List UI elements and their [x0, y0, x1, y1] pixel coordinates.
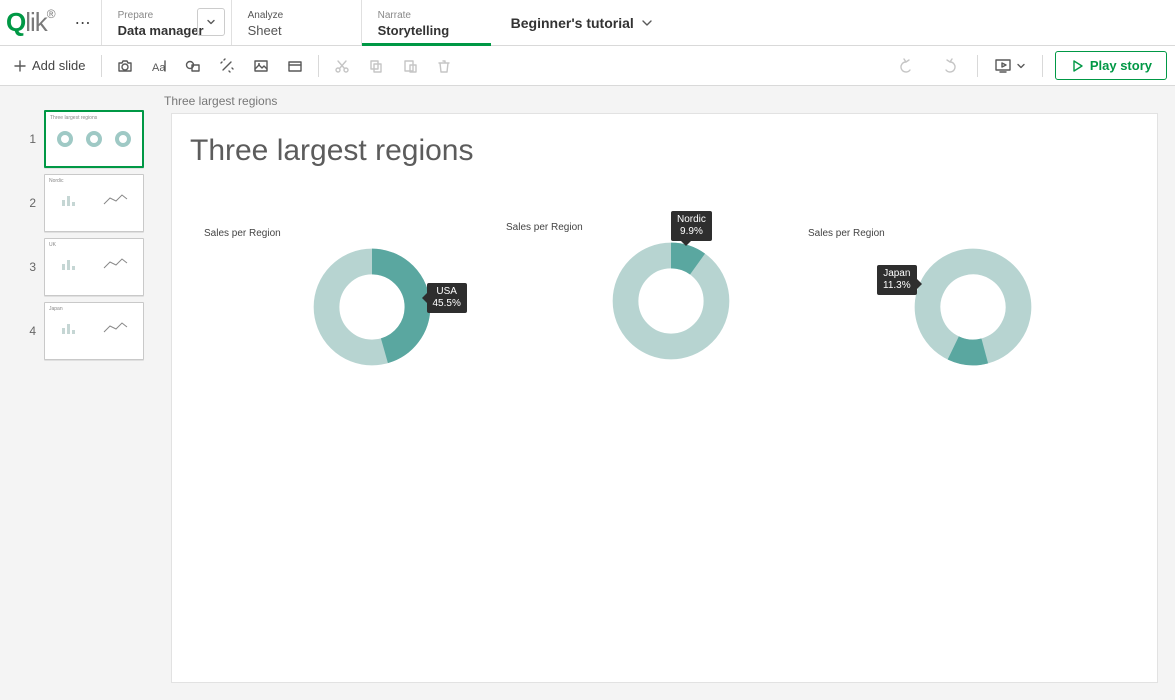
- tab-prepare[interactable]: Prepare Data manager: [101, 0, 231, 45]
- chart-title: Sales per Region: [798, 228, 1078, 239]
- thumb-preview: [45, 312, 143, 342]
- thumb-number: 2: [22, 196, 36, 210]
- tab-analyze[interactable]: Analyze Sheet: [231, 0, 361, 45]
- tab-prepare-dropdown[interactable]: [197, 8, 225, 36]
- image-icon: [252, 57, 270, 75]
- app-logo: Qlik®: [0, 0, 65, 45]
- chart-nordic[interactable]: Sales per Region Nordic9.9%: [496, 222, 776, 364]
- thumb-number: 3: [22, 260, 36, 274]
- plus-icon: [12, 58, 28, 74]
- thumb-title: Nordic: [45, 175, 143, 184]
- add-slide-button[interactable]: Add slide: [8, 58, 95, 74]
- donut-chart-icon: [611, 241, 731, 361]
- app-menu-button[interactable]: ⋯: [65, 0, 101, 45]
- chart-tooltip: USA45.5%: [427, 283, 467, 313]
- monitor-play-icon: [994, 57, 1014, 75]
- copy-icon: [367, 57, 385, 75]
- delete-button[interactable]: [427, 50, 461, 82]
- chart-tooltip: Nordic9.9%: [671, 211, 712, 241]
- preview-button[interactable]: [990, 50, 1030, 82]
- effects-button[interactable]: [210, 50, 244, 82]
- tab-narrate-big: Storytelling: [378, 23, 475, 39]
- svg-text:Aa: Aa: [152, 62, 166, 74]
- chart-title: Sales per Region: [496, 222, 776, 233]
- tab-narrate-small: Narrate: [378, 9, 475, 23]
- slide-thumb-1[interactable]: Three largest regions: [44, 110, 144, 168]
- thumb-preview: [45, 184, 143, 214]
- donut-chart-icon: [900, 234, 1047, 381]
- add-slide-label: Add slide: [32, 58, 85, 73]
- thumb-preview: [46, 121, 142, 153]
- paste-button[interactable]: [393, 50, 427, 82]
- chevron-down-icon: [1016, 61, 1026, 71]
- sheet-icon: [286, 57, 304, 75]
- thumb-title: UK: [45, 239, 143, 248]
- story-selector-label: Beginner's tutorial: [511, 15, 634, 31]
- trash-icon: [435, 57, 453, 75]
- canvas-title-bar: Three largest regions: [154, 86, 1175, 114]
- paste-icon: [401, 57, 419, 75]
- shapes-button[interactable]: [176, 50, 210, 82]
- play-icon: [1070, 59, 1084, 73]
- storytelling-toolbar: Add slide Aa: [0, 46, 1175, 86]
- camera-icon: [116, 57, 134, 75]
- play-story-label: Play story: [1090, 58, 1152, 73]
- undo-button[interactable]: [891, 50, 925, 82]
- thumb-number: 4: [22, 324, 36, 338]
- chevron-down-icon: [206, 17, 216, 27]
- thumb-preview: [45, 248, 143, 278]
- play-story-button[interactable]: Play story: [1055, 51, 1167, 80]
- sheet-embed-button[interactable]: [278, 50, 312, 82]
- chart-title: Sales per Region: [194, 228, 474, 239]
- tab-analyze-big: Sheet: [248, 23, 345, 39]
- chart-tooltip: Japan11.3%: [877, 265, 917, 295]
- slide-thumbnail-rail: 1 Three largest regions 2 Nordic 3 UK: [0, 86, 154, 700]
- slide-thumb-2[interactable]: Nordic: [44, 174, 144, 232]
- story-selector[interactable]: Beginner's tutorial: [491, 0, 674, 45]
- redo-button[interactable]: [931, 50, 965, 82]
- thumb-title: Three largest regions: [46, 112, 142, 121]
- cut-button[interactable]: [325, 50, 359, 82]
- thumb-number: 1: [22, 132, 36, 146]
- chart-japan[interactable]: Sales per Region Japan11.3%: [798, 228, 1078, 370]
- tab-analyze-small: Analyze: [248, 9, 345, 23]
- thumb-title: Japan: [45, 303, 143, 312]
- text-button[interactable]: Aa: [142, 50, 176, 82]
- slide-thumb-4[interactable]: Japan: [44, 302, 144, 360]
- chevron-down-icon: [640, 16, 654, 30]
- tab-narrate[interactable]: Narrate Storytelling: [361, 0, 491, 45]
- shapes-icon: [184, 57, 202, 75]
- copy-button[interactable]: [359, 50, 393, 82]
- text-icon: Aa: [150, 57, 168, 75]
- redo-icon: [939, 57, 957, 75]
- donut-chart-icon: [312, 247, 432, 367]
- undo-icon: [899, 57, 917, 75]
- wand-icon: [218, 57, 236, 75]
- slide-heading[interactable]: Three largest regions: [190, 134, 473, 168]
- snapshot-library-button[interactable]: [108, 50, 142, 82]
- media-button[interactable]: [244, 50, 278, 82]
- scissors-icon: [333, 57, 351, 75]
- slide-thumb-3[interactable]: UK: [44, 238, 144, 296]
- slide-canvas[interactable]: Three largest regions Sales per Region U…: [172, 114, 1157, 682]
- chart-usa[interactable]: Sales per Region USA45.5%: [194, 228, 474, 370]
